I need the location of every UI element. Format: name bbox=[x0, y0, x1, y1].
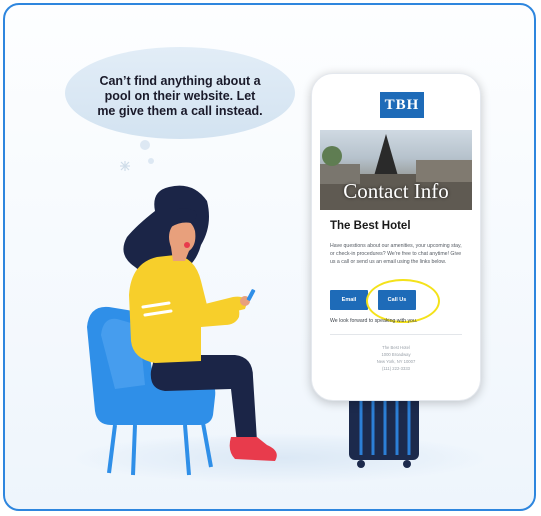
thought-dot bbox=[140, 140, 150, 150]
hotel-logo: TBH bbox=[380, 92, 424, 118]
illustration-frame: Can’t find anything about a pool on thei… bbox=[3, 3, 536, 511]
luggage bbox=[349, 390, 419, 468]
footer-line: The Best Hotel bbox=[382, 345, 410, 350]
small-phone bbox=[246, 289, 256, 301]
footer-divider bbox=[330, 334, 462, 335]
footer-line: New York, NY 10007 bbox=[376, 359, 416, 364]
hotel-name: The Best Hotel bbox=[330, 220, 411, 232]
contact-paragraph: Have questions about our amenities, your… bbox=[330, 243, 462, 265]
call-button-highlight-circle bbox=[366, 279, 440, 323]
footer-line: 1000 Broadway bbox=[381, 352, 411, 357]
email-button[interactable]: Email bbox=[330, 290, 368, 310]
phone-mockup: TBH Contact Info The Best Hotel Have que… bbox=[311, 73, 481, 401]
hero-image: Contact Info bbox=[320, 130, 472, 210]
sparkle-icon bbox=[120, 161, 130, 171]
footer-line: (111) 222-3333 bbox=[381, 366, 410, 371]
shoe bbox=[229, 437, 277, 461]
thought-dot bbox=[148, 158, 154, 164]
hero-title: Contact Info bbox=[343, 179, 449, 203]
closing-text: We look forward to speaking with you. bbox=[330, 318, 418, 324]
footer-address: The Best Hotel 1000 Broadway New York, N… bbox=[330, 344, 462, 372]
